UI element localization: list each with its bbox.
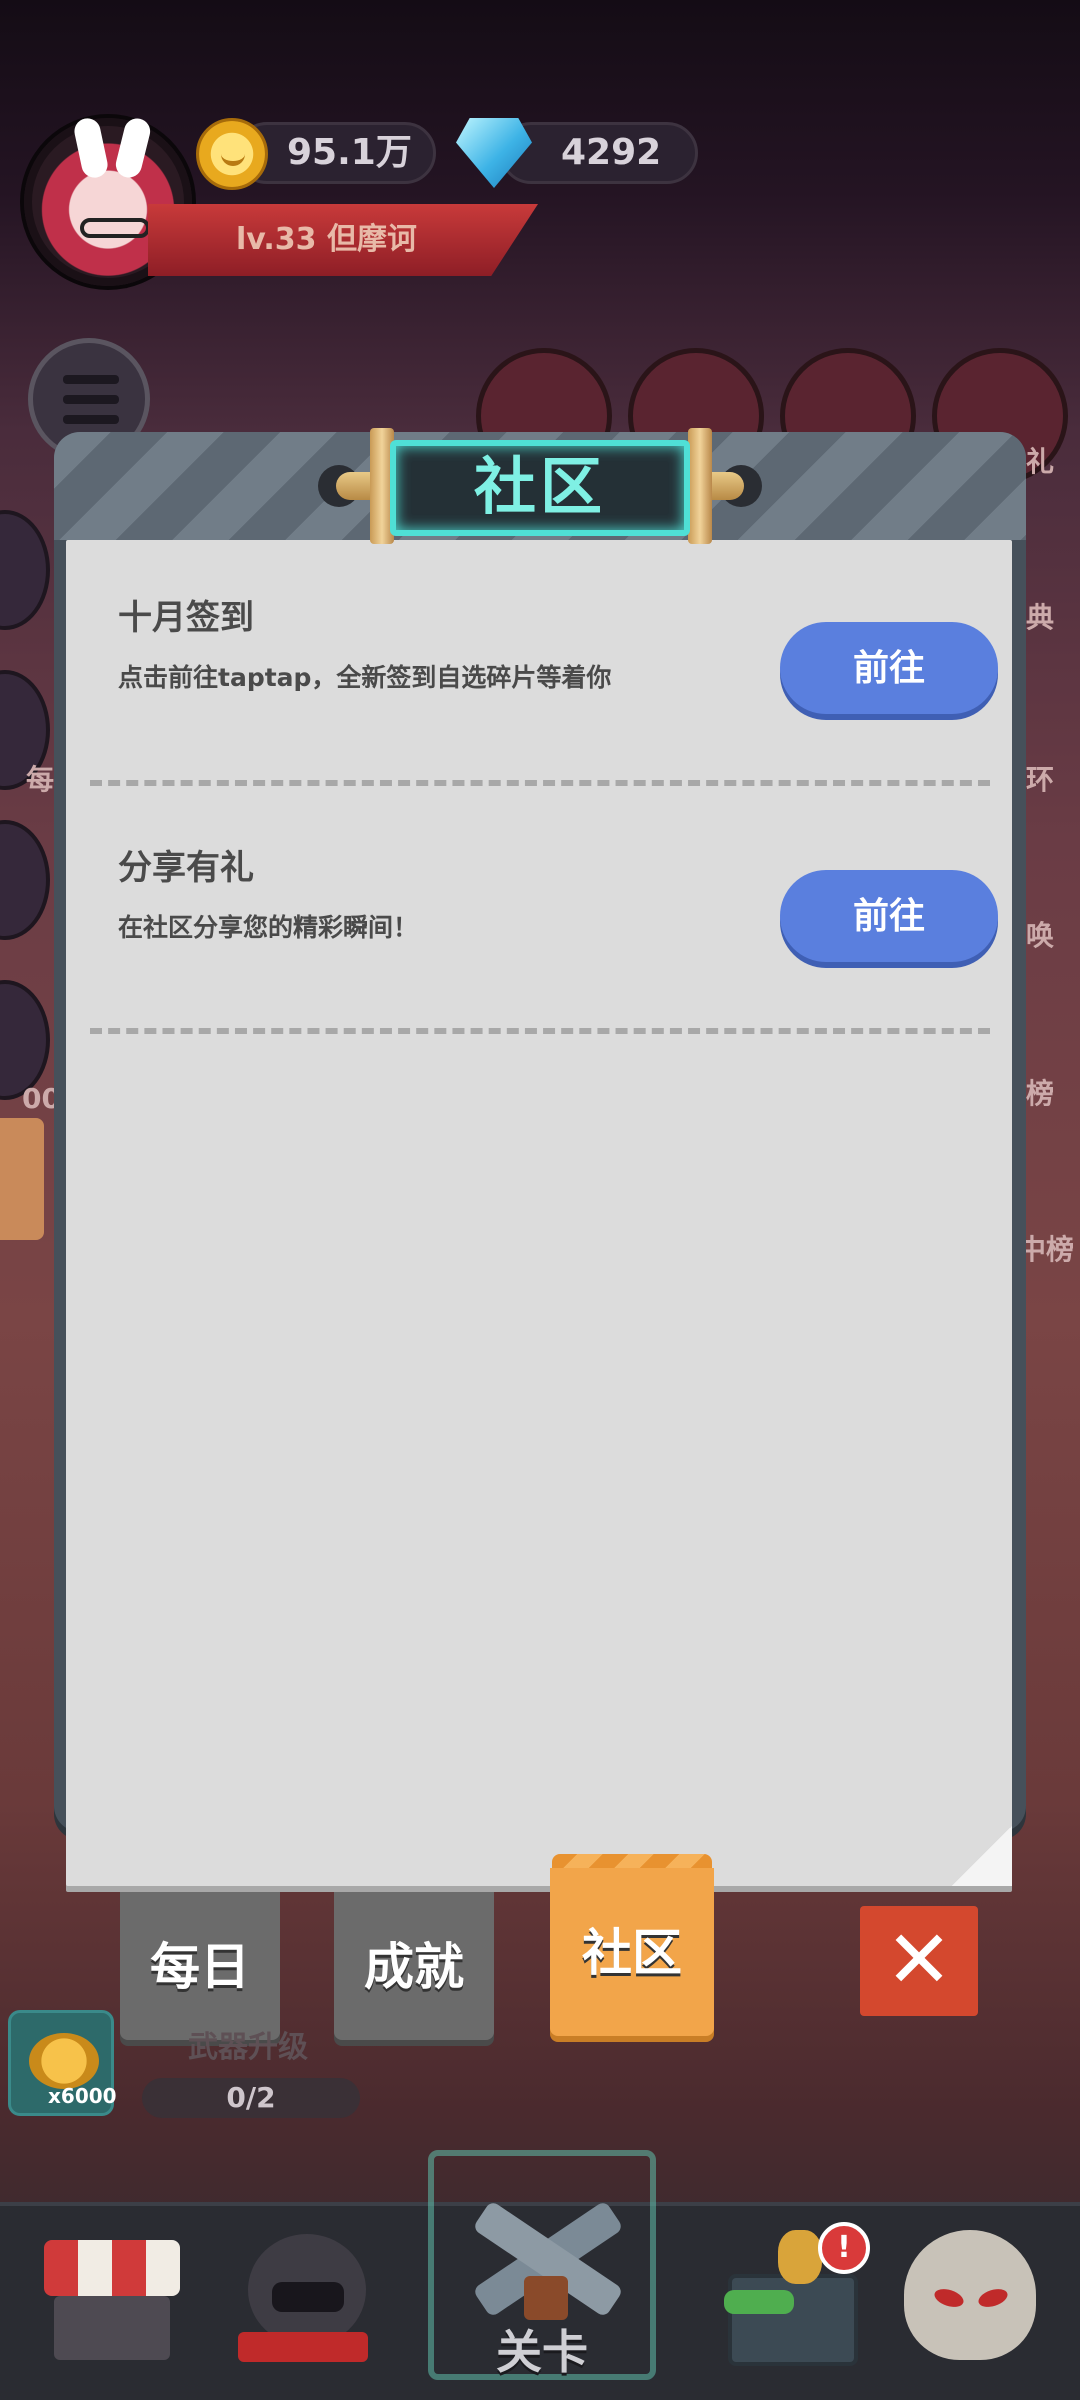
go-button-checkin[interactable]: 前往 (780, 622, 998, 714)
tab-community[interactable]: 社区 (550, 1868, 714, 2036)
task-title: 分享有礼 (118, 848, 254, 888)
close-button[interactable]: ✕ (860, 1906, 978, 2016)
panel-title: 社区 (390, 440, 690, 536)
knight-scarf (238, 2332, 368, 2362)
level-banner: lv.33 但摩诃 (148, 204, 538, 276)
side-label: 环 (1026, 763, 1055, 796)
avatar-ear-right (113, 115, 153, 181)
task-title: 十月签到 (118, 598, 254, 638)
task-progress: 0/2 (142, 2078, 360, 2118)
chest-box (728, 2274, 858, 2366)
notification-badge: ! (818, 2222, 870, 2274)
shop-icon[interactable] (44, 2220, 184, 2370)
tab-daily[interactable]: 每日 (120, 1892, 280, 2040)
level-nav-label: 关卡 (496, 2325, 588, 2379)
close-icon: ✕ (885, 1913, 953, 2006)
tab-achievements[interactable]: 成就 (334, 1892, 494, 2040)
green-gem (724, 2290, 794, 2314)
paper-curl (952, 1826, 1012, 1886)
side-label: 礼 (1026, 445, 1055, 478)
task-list (66, 540, 1012, 1886)
player-level-name: lv.33 但摩诃 (236, 222, 417, 257)
coin-count: 95.1万 (287, 132, 412, 173)
side-label: 榜 (1026, 1077, 1055, 1110)
task-description: 点击前往taptap，全新签到自选碎片等着你 (118, 663, 612, 692)
shop-counter (54, 2296, 170, 2360)
gun-grip (524, 2276, 568, 2320)
crossed-guns-icon (462, 2190, 632, 2330)
side-button[interactable] (0, 510, 50, 630)
side-button[interactable] (0, 820, 50, 940)
side-label: 每 (26, 763, 55, 796)
go-button-share[interactable]: 前往 (780, 870, 998, 962)
side-label: 典 (1026, 601, 1055, 634)
skull-icon[interactable] (900, 2220, 1040, 2370)
reward-count: x6000 (48, 2084, 117, 2108)
side-device-icon[interactable] (0, 1118, 44, 1240)
title-post-right (688, 428, 712, 544)
knight-icon[interactable] (238, 2220, 378, 2370)
divider (90, 780, 990, 786)
side-label: 中榜 (1018, 1233, 1075, 1266)
coin-icon (196, 118, 268, 190)
menu-line (63, 415, 119, 424)
side-label: 唤 (1026, 919, 1055, 952)
knight-visor (272, 2282, 344, 2312)
divider (90, 1028, 990, 1034)
skull-head (904, 2230, 1036, 2360)
shop-awning (44, 2240, 180, 2296)
coin-stack-icon (29, 2033, 99, 2089)
avatar-glasses (80, 218, 150, 238)
gold-coins (778, 2230, 822, 2284)
avatar-ear-left (72, 115, 110, 181)
gem-counter: 4292 (500, 122, 698, 184)
menu-line (63, 395, 119, 404)
weapon-upgrade-label: 武器升级 (188, 2030, 308, 2065)
task-description: 在社区分享您的精彩瞬间！ (118, 913, 419, 942)
gem-count: 4292 (561, 132, 662, 173)
menu-line (63, 375, 119, 384)
